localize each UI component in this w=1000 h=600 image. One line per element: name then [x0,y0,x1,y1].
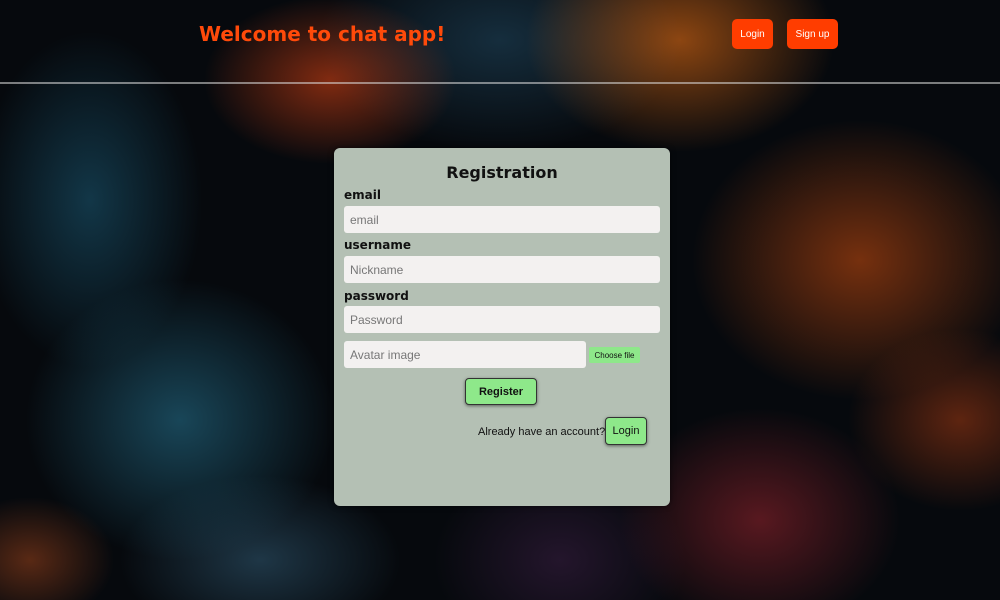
email-label: email [344,188,381,202]
form-login-button[interactable]: Login [605,417,647,445]
email-input[interactable] [344,206,660,233]
header-login-button[interactable]: Login [732,19,773,49]
account-question-text: Already have an account? [478,426,606,438]
top-header: Welcome to chat app! Login Sign up [0,0,1000,84]
register-button[interactable]: Register [465,378,537,405]
header-signup-button[interactable]: Sign up [787,19,838,49]
registration-heading: Registration [446,163,558,182]
username-label: username [344,238,412,252]
avatar-image-input[interactable] [344,341,586,368]
choose-file-button[interactable]: Choose file [589,347,640,363]
registration-card: Registration email username password Cho… [334,148,670,506]
username-input[interactable] [344,256,660,283]
password-label: password [344,289,409,303]
password-input[interactable] [344,306,660,333]
app-title: Welcome to chat app! [199,22,446,46]
